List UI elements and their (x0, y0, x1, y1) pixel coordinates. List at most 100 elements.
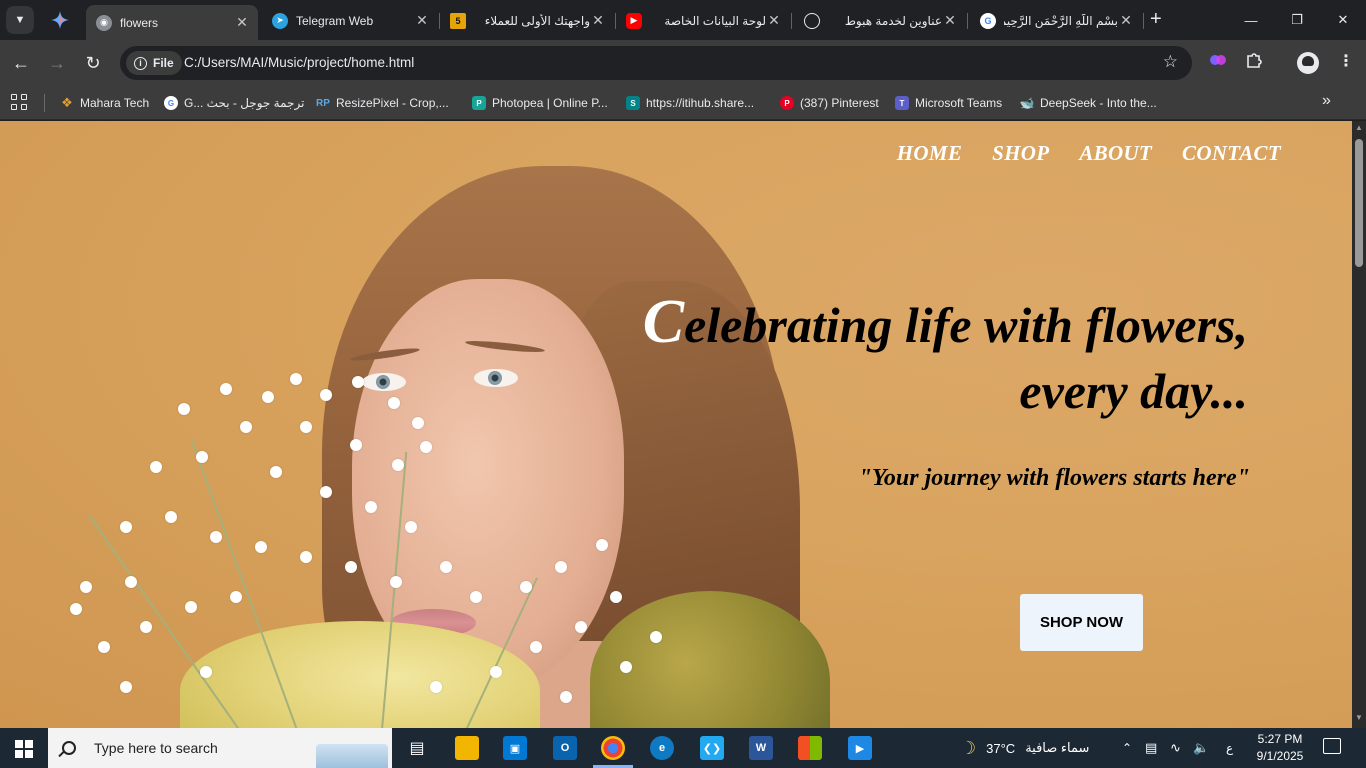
volume-icon[interactable]: 🔈 (1193, 728, 1209, 768)
blossom (320, 389, 332, 401)
bookmark-label: (387) Pinterest (800, 96, 879, 110)
hero-title-initial: C (642, 288, 685, 356)
blossom (530, 641, 542, 653)
tab-customers[interactable]: 5 واجهتك الأولى للعملاء ✕ (440, 5, 616, 36)
blossom (345, 561, 357, 573)
shop-now-button[interactable]: SHOP NOW (1020, 594, 1143, 651)
profile-avatar[interactable] (1297, 52, 1319, 74)
vscode-icon[interactable]: ❮❯ (700, 736, 724, 760)
microsoft-store-icon[interactable]: ▣ (503, 736, 527, 760)
weather-temp: 37°C (986, 740, 1016, 756)
scrollbar-thumb[interactable] (1355, 139, 1363, 267)
resizepixel-icon: RP (316, 97, 330, 109)
edge-icon[interactable]: e (650, 736, 674, 760)
close-icon[interactable]: ✕ (414, 12, 430, 29)
bookmark-pinterest[interactable]: P (387) Pinterest (780, 93, 879, 113)
tab-google-search[interactable]: G بسْمِ اللّهِ الرَّحْمَنِ الرَّحِيم ✕ (970, 5, 1144, 36)
bookmark-label: DeepSeek - Into the... (1040, 96, 1157, 110)
reload-icon: ↻ (85, 52, 101, 73)
bookmark-teams[interactable]: T Microsoft Teams (895, 93, 1002, 113)
chatgpt-icon (804, 12, 820, 29)
blossom (392, 459, 404, 471)
weather-text: سماء صافية (1025, 740, 1090, 755)
address-bar[interactable]: i File C:/Users/MAI/Music/project/home.h… (120, 46, 1192, 80)
bookmark-deepseek[interactable]: 🐋 DeepSeek - Into the... (1020, 93, 1157, 113)
taskbar-search[interactable]: Type here to search (48, 728, 392, 768)
bookmark-itihub[interactable]: S https://itihub.share... (626, 93, 754, 113)
outlook-icon[interactable]: O (553, 736, 577, 760)
close-icon[interactable]: ✕ (766, 12, 782, 29)
page-scrollbar[interactable]: ▲ ▼ (1352, 121, 1366, 728)
nav-shop-link[interactable]: SHOP (992, 141, 1049, 166)
close-icon[interactable]: ✕ (942, 12, 958, 29)
wifi-icon[interactable]: ∿ (1170, 728, 1181, 768)
battery-icon[interactable]: ▤ (1145, 728, 1157, 768)
input-language[interactable]: ع (1226, 728, 1233, 768)
new-tab-button[interactable]: + (1150, 9, 1162, 29)
minimize-icon[interactable]: — (1228, 0, 1274, 40)
scroll-up-icon[interactable]: ▲ (1355, 123, 1363, 132)
tab-dashboard[interactable]: ▶ لوحة البيانات الخاصة ✕ (616, 5, 792, 36)
hero-section: HOME SHOP ABOUT CONTACT Celebrating life… (0, 121, 1352, 728)
blossom (220, 383, 232, 395)
moon-icon: ☽ (960, 737, 977, 758)
nav-home-link[interactable]: HOME (897, 141, 962, 166)
windows-taskbar: Type here to search ▤ ▣ O e ❮❯ W ▶ ☽ 37°… (0, 728, 1366, 768)
close-window-icon[interactable]: ✕ (1320, 0, 1366, 40)
nav-about-link[interactable]: ABOUT (1079, 141, 1152, 166)
search-highlight-image (316, 744, 388, 768)
blossom (610, 591, 622, 603)
blossom (230, 591, 242, 603)
blossom (365, 501, 377, 513)
word-icon[interactable]: W (749, 736, 773, 760)
eye-left (362, 373, 406, 391)
close-icon[interactable]: ✕ (1118, 12, 1134, 29)
pinterest-icon: P (780, 96, 794, 110)
bookmark-google-translate[interactable]: G G... ترجمة جوجل - بحث (164, 93, 304, 113)
forward-button[interactable]: → (44, 50, 70, 76)
restore-icon[interactable]: ❐ (1274, 0, 1320, 40)
windows-start-button[interactable] (0, 728, 48, 768)
system-clock[interactable]: 5:27 PM 9/1/2025 (1250, 731, 1310, 765)
tab-landing[interactable]: عناوين لخدمة هبوط ✕ (794, 5, 968, 36)
browser-toolbar: ← → ↻ i File C:/Users/MAI/Music/project/… (0, 40, 1366, 86)
extension-brain-icon[interactable] (1209, 51, 1227, 74)
site-nav: HOME SHOP ABOUT CONTACT (897, 141, 1281, 166)
url-text[interactable]: C:/Users/MAI/Music/project/home.html (184, 55, 414, 70)
extensions-puzzle-icon[interactable] (1245, 51, 1263, 74)
scroll-down-icon[interactable]: ▼ (1355, 713, 1363, 722)
gemini-icon[interactable] (50, 10, 70, 30)
close-icon[interactable]: ✕ (590, 12, 606, 29)
photopea-icon: P (472, 96, 486, 110)
show-hidden-icons[interactable]: ⌃ (1122, 728, 1132, 768)
chevron-double-right-icon[interactable]: » (1322, 92, 1331, 110)
office-icon[interactable] (798, 736, 822, 760)
site-info-chip[interactable]: i File (126, 51, 182, 75)
tab-flowers[interactable]: ◉ flowers ✕ (86, 5, 258, 40)
bookmark-photopea[interactable]: P Photopea | Online P... (472, 93, 608, 113)
google-icon: G (164, 96, 178, 110)
apps-grid-icon[interactable] (11, 94, 29, 112)
bookmark-star-icon[interactable]: ☆ (1163, 52, 1178, 72)
weather-widget[interactable]: ☽ 37°C سماء صافية (960, 728, 1089, 768)
close-icon[interactable]: ✕ (234, 14, 250, 31)
back-button[interactable]: ← (8, 50, 34, 76)
chrome-icon[interactable] (601, 736, 625, 760)
bookmark-label: Mahara Tech (80, 96, 150, 110)
tab-telegram[interactable]: ➤ Telegram Web ✕ (262, 5, 440, 36)
google-icon: G (980, 12, 996, 29)
tab-search-button[interactable]: ▼ (6, 6, 34, 34)
blossom (196, 451, 208, 463)
notification-center-icon[interactable] (1323, 738, 1341, 754)
nav-contact-link[interactable]: CONTACT (1182, 141, 1281, 166)
menu-kebab-icon[interactable]: ⋮ (1338, 51, 1354, 71)
file-explorer-icon[interactable] (455, 736, 479, 760)
video-player-icon[interactable]: ▶ (848, 736, 872, 760)
blossom (80, 581, 92, 593)
bookmark-mahara[interactable]: ❖ Mahara Tech (60, 93, 149, 113)
arrow-right-icon: → (48, 52, 66, 73)
task-view-icon[interactable]: ▤ (405, 736, 429, 760)
reload-button[interactable]: ↻ (80, 50, 106, 76)
tab-separator (791, 13, 792, 29)
bookmark-resizepixel[interactable]: RP ResizePixel - Crop,... (316, 93, 449, 113)
